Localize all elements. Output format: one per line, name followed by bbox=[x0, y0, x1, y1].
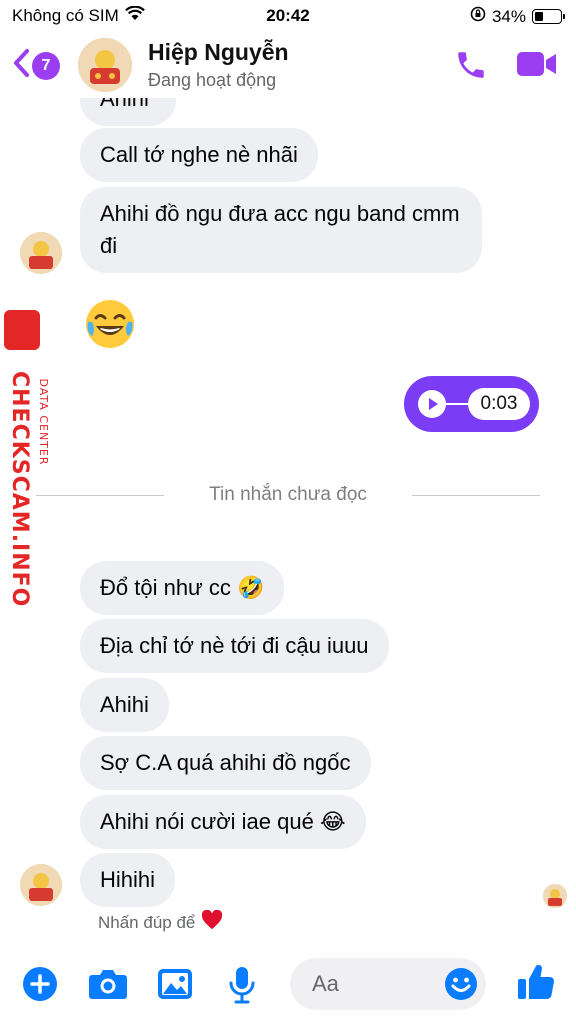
camera-icon bbox=[88, 970, 128, 1004]
status-bar: Không có SIM 20:42 34% bbox=[0, 0, 576, 30]
composer-bar: Aa bbox=[0, 946, 576, 1024]
message-bubble[interactable]: Call tớ nghe nè nhãi bbox=[80, 128, 318, 182]
back-button[interactable]: 7 bbox=[12, 48, 60, 83]
watermark-logo-icon bbox=[4, 310, 40, 350]
message-bubble[interactable]: Ahihi đồ ngu đưa acc ngu band cmm đi bbox=[80, 187, 482, 273]
contact-name[interactable]: Hiệp Nguyễn bbox=[148, 39, 289, 66]
message-bubble[interactable]: Địa chỉ tớ nè tới đi cậu iuuu bbox=[80, 619, 389, 673]
like-button[interactable] bbox=[516, 962, 556, 1007]
battery-percent: 34% bbox=[491, 6, 526, 26]
seen-indicator-avatar bbox=[543, 884, 567, 908]
orientation-lock-icon bbox=[470, 6, 486, 27]
battery-icon bbox=[532, 9, 565, 24]
watermark: CHECKSCAM.INFO DATA CENTER bbox=[2, 310, 64, 608]
phone-icon bbox=[454, 52, 488, 86]
chevron-left-icon bbox=[12, 48, 30, 83]
emoji-icon bbox=[445, 968, 477, 1000]
emoji-message[interactable] bbox=[84, 298, 136, 355]
message-bubble[interactable]: Ahihi nói cười iae qué 😂 bbox=[80, 795, 366, 849]
voice-waveform bbox=[446, 403, 468, 405]
message-bubble[interactable]: Đổ tội như cc 🤣 bbox=[80, 561, 285, 615]
play-button[interactable] bbox=[418, 390, 446, 418]
message-input[interactable]: Aa bbox=[290, 958, 486, 1010]
gallery-button[interactable] bbox=[157, 968, 193, 1005]
message-bubble[interactable]: Ahihi bbox=[80, 678, 169, 732]
emoji-button[interactable] bbox=[444, 967, 478, 1006]
unread-divider: Tin nhắn chưa đọc bbox=[36, 484, 540, 508]
voice-message[interactable]: 0:03 bbox=[404, 376, 539, 432]
voice-record-button[interactable] bbox=[228, 966, 256, 1009]
image-icon bbox=[157, 969, 193, 1004]
message-bubble[interactable]: Hihihi bbox=[80, 853, 176, 907]
video-call-button[interactable] bbox=[516, 50, 558, 83]
reaction-hint: Nhấn đúp để bbox=[98, 909, 223, 935]
status-right: 34% bbox=[470, 6, 565, 27]
laughing-tears-emoji bbox=[84, 300, 136, 354]
more-actions-button[interactable] bbox=[22, 966, 58, 1007]
microphone-icon bbox=[228, 967, 256, 1008]
unread-count-badge: 7 bbox=[32, 51, 60, 80]
contact-status: Đang hoạt động bbox=[148, 70, 277, 90]
message-bubble[interactable]: Sợ C.A quá ahihi đồ ngốc bbox=[80, 736, 371, 790]
contact-avatar[interactable] bbox=[78, 38, 132, 92]
contact-avatar-small bbox=[20, 864, 62, 906]
camera-button[interactable] bbox=[88, 968, 128, 1005]
watermark-brand: CHECKSCAM.INFO bbox=[7, 371, 32, 608]
voice-duration: 0:03 bbox=[468, 388, 530, 420]
voice-call-button[interactable] bbox=[454, 48, 488, 87]
watermark-sub: DATA CENTER bbox=[37, 378, 50, 466]
thumbs-up-icon bbox=[516, 964, 556, 1006]
play-icon bbox=[418, 398, 446, 422]
contact-avatar-small bbox=[20, 232, 62, 274]
reaction-hint-label: Nhấn đúp để bbox=[98, 912, 196, 932]
divider-line-right bbox=[412, 495, 540, 496]
heart-icon bbox=[201, 909, 223, 935]
message-input-placeholder: Aa bbox=[312, 971, 339, 996]
plus-icon bbox=[22, 967, 58, 1006]
conversation-header: 7 Hiệp Nguyễn Đang hoạt động bbox=[0, 30, 576, 98]
video-camera-icon bbox=[516, 52, 558, 82]
battery-fill bbox=[535, 12, 543, 21]
